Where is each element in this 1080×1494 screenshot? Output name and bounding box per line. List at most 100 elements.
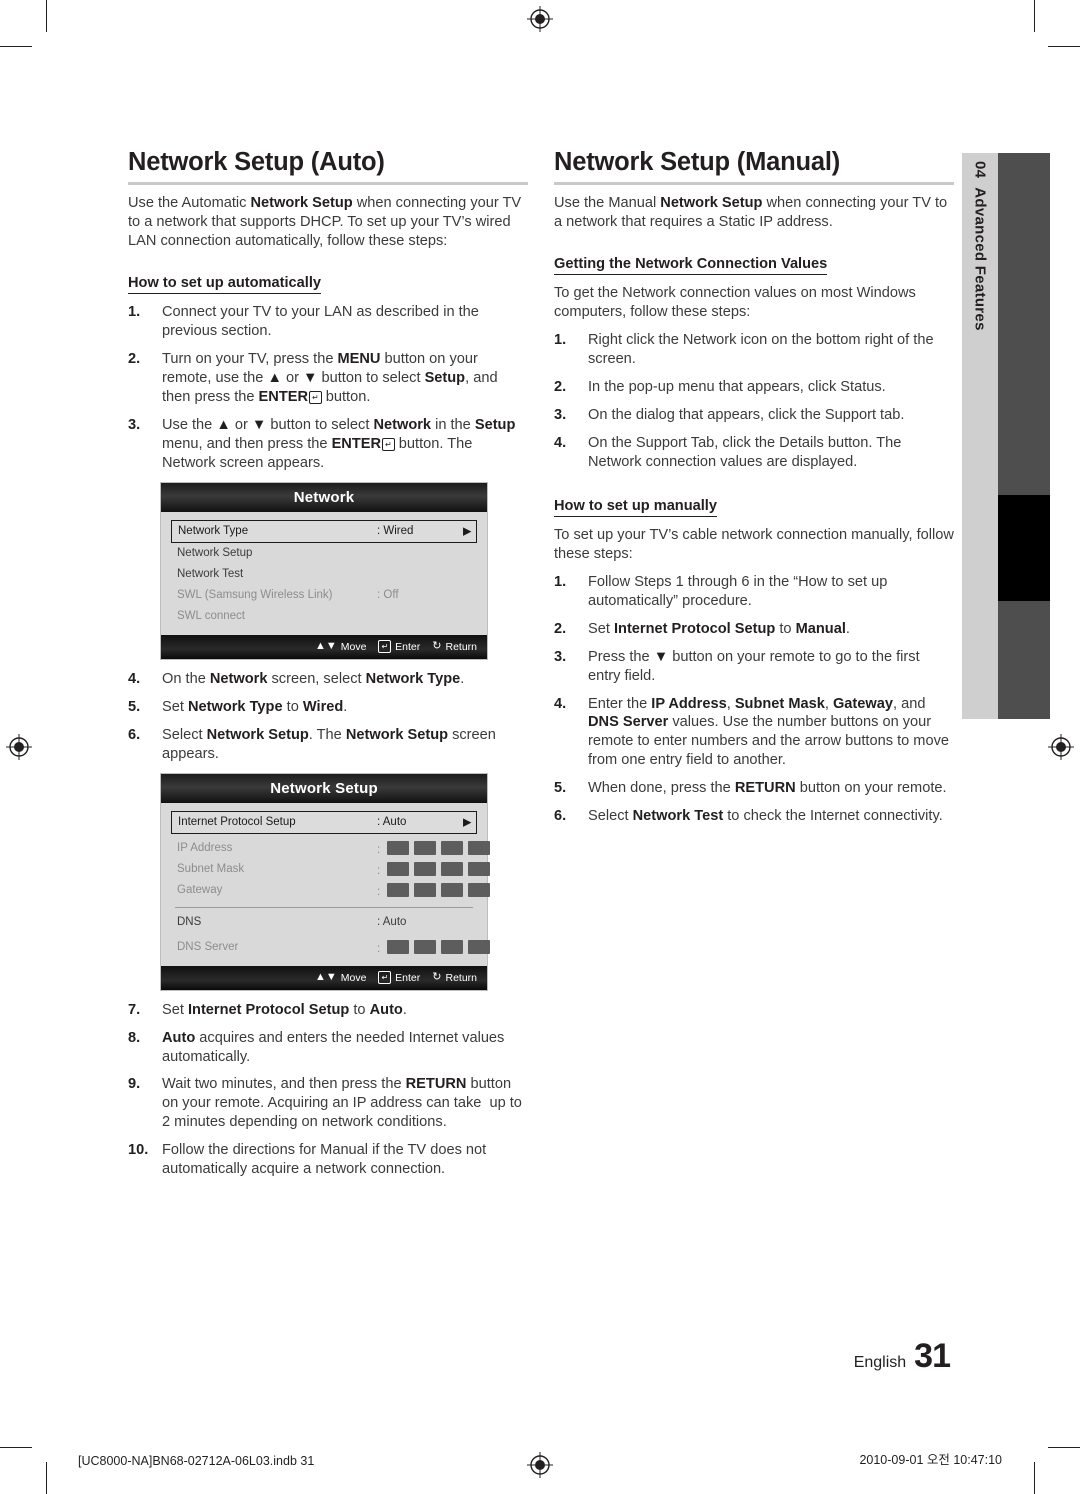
osd-row-wrap: Network Test [171, 564, 477, 585]
list-item: 3. Press the ▼ button on your remote to … [554, 648, 954, 686]
right-intro-paragraph-2: To get the Network connection values on … [554, 284, 916, 320]
osd-row-wrap: DNS : Auto [171, 912, 477, 933]
osd-row-colon: : [377, 864, 381, 877]
osd-row-network-setup[interactable]: Network Setup [171, 543, 477, 564]
right-steps-values: 1. Right click the Network icon on the b… [554, 331, 954, 472]
step-number: 4. [128, 670, 141, 687]
list-item: 2. In the pop-up menu that appears, clic… [554, 378, 954, 397]
step-text: On the Network screen, select Network Ty… [162, 670, 465, 687]
chapter-tab-bar [998, 153, 1050, 719]
left-steps-4-6: 4. On the Network screen, select Network… [128, 670, 528, 764]
osd-network-screenshot: Network Network Type : Wired ▶ Network S… [160, 481, 488, 660]
osd-row-label: SWL connect [177, 610, 245, 623]
osd-value-block [468, 861, 491, 876]
osd-row-label: Subnet Mask [177, 863, 245, 876]
osd-row-value: : Auto [377, 916, 407, 929]
right-steps-manual: 1. Follow Steps 1 through 6 in the “How … [554, 573, 954, 827]
return-arrow-icon: ↻ [432, 640, 442, 653]
osd-row-network-type[interactable]: Network Type : Wired ▶ [171, 519, 477, 543]
up-down-arrow-icon: ▲▼ [314, 640, 337, 653]
step-text: Enter the IP Address, Subnet Mask, Gatew… [588, 695, 949, 769]
list-item: 3. On the dialog that appears, click the… [554, 406, 954, 425]
step-number: 10. [128, 1142, 149, 1159]
osd-value-block [468, 840, 491, 855]
osd-row-value: : [377, 939, 491, 955]
chevron-right-icon: ▶ [463, 525, 472, 538]
osd-value-block [414, 939, 437, 954]
osd-row-wrap: Network Setup [171, 543, 477, 564]
osd-row-wrap: Network Type : Wired ▶ [171, 519, 477, 543]
osd-value-block [468, 939, 491, 954]
right-subhead-wrap-2: How to set up manually [554, 486, 954, 517]
registration-mark-right [1048, 734, 1074, 760]
list-item: 1. Right click the Network icon on the b… [554, 331, 954, 369]
list-item: 6. Select Network Test to check the Inte… [554, 807, 954, 826]
step-text: On the Support Tab, click the Details bu… [588, 434, 902, 470]
step-number: 7. [128, 1001, 141, 1018]
crop-mark-bottom-left-horizontal [0, 1447, 32, 1448]
crop-mark-bottom-right-horizontal [1048, 1447, 1080, 1448]
step-number: 1. [128, 303, 141, 320]
osd-footer-return-label: Return [445, 971, 477, 984]
step-number: 6. [128, 726, 141, 743]
crop-mark-top-left-horizontal [0, 46, 32, 47]
osd-value-block [387, 939, 410, 954]
osd-network-title: Network [161, 482, 487, 512]
step-number: 8. [128, 1029, 141, 1046]
step-number: 3. [554, 648, 567, 665]
osd-row-wrap: Gateway : [171, 880, 491, 901]
osd-row-swl: SWL (Samsung Wireless Link) : Off [171, 585, 477, 606]
step-text: Follow Steps 1 through 6 in the “How to … [588, 573, 888, 609]
osd-footer-return: ↻ Return [432, 641, 477, 653]
osd-network-footer: ▲▼ Move ↵ Enter ↻ Return [161, 634, 487, 659]
osd-row-value: : [377, 861, 491, 877]
osd-row-label: DNS [177, 916, 202, 929]
left-title-rule [128, 182, 528, 186]
step-text: Set Internet Protocol Setup to Manual. [588, 620, 850, 637]
right-subhead-getting-values: Getting the Network Connection Values [554, 256, 828, 275]
step-number: 5. [554, 780, 567, 797]
step-text: Select Network Test to check the Interne… [588, 808, 943, 825]
osd-row-label: IP Address [177, 842, 233, 855]
osd-row-value: : Wired [377, 525, 414, 538]
osd-row-internet-protocol-setup[interactable]: Internet Protocol Setup : Auto ▶ [171, 810, 477, 834]
osd-row-value: : Auto [377, 816, 407, 829]
osd-row-wrap: IP Address : [171, 838, 491, 859]
osd-value-block [387, 861, 410, 876]
osd-row-colon: : [377, 843, 381, 856]
step-number: 3. [128, 416, 141, 433]
osd-row-label: Gateway [177, 884, 223, 897]
osd-row-wrap: Subnet Mask : [171, 859, 491, 880]
step-number: 1. [554, 573, 567, 590]
list-item: 2. Set Internet Protocol Setup to Manual… [554, 620, 954, 639]
osd-network-setup-body: Internet Protocol Setup : Auto ▶ IP Addr… [161, 802, 491, 966]
osd-row-dns[interactable]: DNS : Auto [171, 912, 477, 933]
osd-value-block [441, 861, 464, 876]
osd-value-block [414, 882, 437, 897]
step-text: Wait two minutes, and then press the RET… [162, 1076, 522, 1131]
right-intro-paragraph: Use the Manual Network Setup when connec… [554, 195, 948, 231]
step-text: Auto acquires and enters the needed Inte… [162, 1029, 505, 1065]
list-item: 10. Follow the directions for Manual if … [128, 1141, 528, 1179]
chapter-tab-label: 04 Advanced Features [972, 161, 989, 331]
osd-value-blocks [387, 939, 491, 954]
osd-row-label: SWL (Samsung Wireless Link) [177, 589, 333, 602]
footer-file-name: [UC8000-NA]BN68-02712A-06L03.indb 31 [78, 1454, 315, 1468]
list-item: 1. Connect your TV to your LAN as descri… [128, 303, 528, 341]
osd-network-setup-title: Network Setup [161, 773, 487, 803]
osd-row-network-test[interactable]: Network Test [171, 564, 477, 585]
list-item: 5. Set Network Type to Wired. [128, 698, 528, 717]
step-number: 5. [128, 698, 141, 715]
osd-value-blocks [387, 840, 491, 855]
list-item: 2. Turn on your TV, press the MENU butto… [128, 350, 528, 407]
right-column: Network Setup (Manual) Use the Manual Ne… [554, 148, 954, 835]
crop-mark-top-right-horizontal [1048, 46, 1080, 47]
osd-value-blocks [387, 882, 491, 897]
list-item: 1. Follow Steps 1 through 6 in the “How … [554, 573, 954, 611]
osd-row-swl-connect: SWL connect [171, 606, 477, 627]
step-text: Connect your TV to your LAN as described… [162, 303, 479, 339]
osd-row-wrap: Internet Protocol Setup : Auto ▶ [171, 810, 477, 834]
list-item: 6. Select Network Setup. The Network Set… [128, 726, 528, 764]
step-number: 2. [128, 350, 141, 367]
folio-language: English [853, 1354, 907, 1371]
